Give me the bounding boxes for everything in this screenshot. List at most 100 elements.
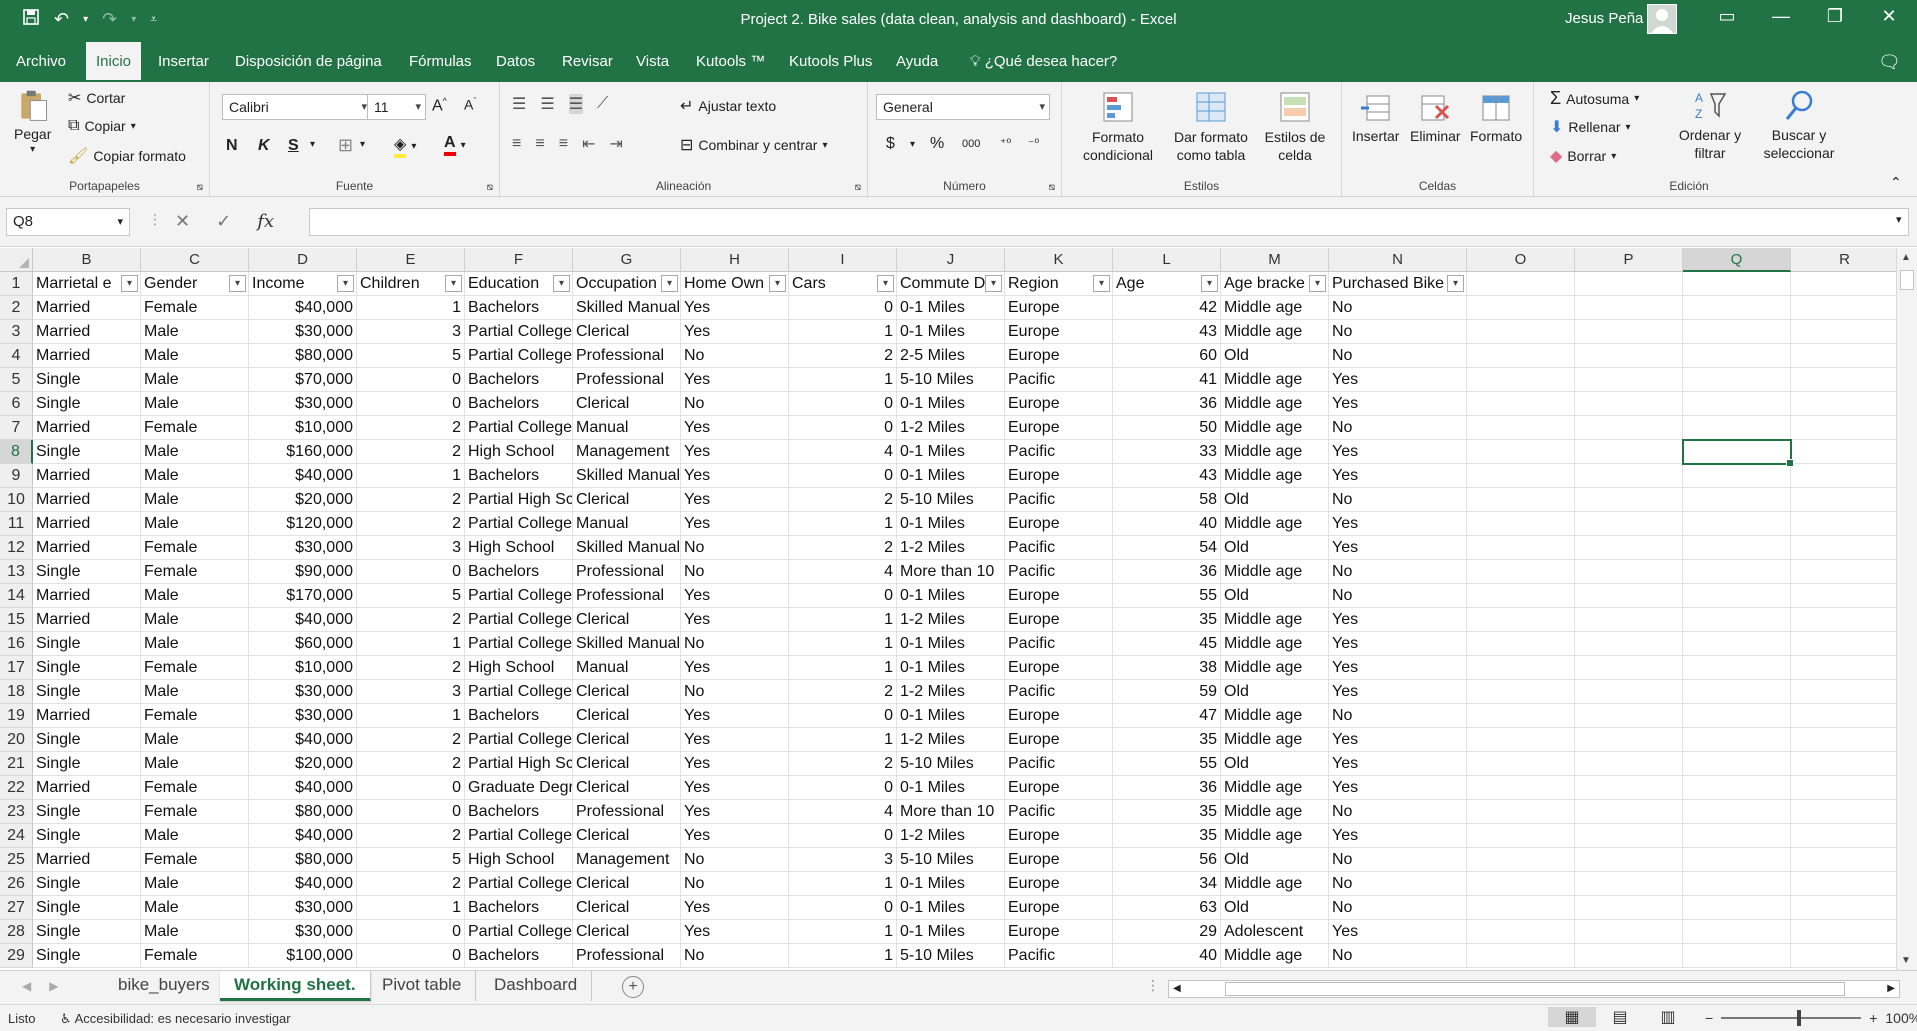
- empty-cell[interactable]: [1683, 776, 1791, 800]
- table-cell[interactable]: 3: [357, 320, 465, 344]
- empty-cell[interactable]: [1575, 872, 1683, 896]
- table-cell[interactable]: 1: [357, 896, 465, 920]
- launcher-icon[interactable]: ⧅: [855, 182, 861, 193]
- table-cell[interactable]: Bachelors: [465, 296, 573, 320]
- table-cell[interactable]: 0: [789, 704, 897, 728]
- table-cell[interactable]: 1: [789, 512, 897, 536]
- table-cell[interactable]: Yes: [1329, 752, 1467, 776]
- table-cell[interactable]: 1: [357, 296, 465, 320]
- table-cell[interactable]: Yes: [681, 368, 789, 392]
- table-cell[interactable]: Yes: [681, 608, 789, 632]
- empty-cell[interactable]: [1791, 944, 1896, 968]
- table-cell[interactable]: Bachelors: [465, 560, 573, 584]
- table-cell[interactable]: Yes: [681, 416, 789, 440]
- table-cell[interactable]: 0: [357, 560, 465, 584]
- table-cell[interactable]: Male: [141, 440, 249, 464]
- table-cell[interactable]: Clerical: [573, 752, 681, 776]
- table-cell[interactable]: Male: [141, 368, 249, 392]
- thousands-button[interactable]: 000: [962, 138, 980, 150]
- empty-cell[interactable]: [1683, 320, 1791, 344]
- zoom-slider[interactable]: [1721, 1010, 1862, 1026]
- scroll-up-icon[interactable]: ▲: [1901, 252, 1911, 263]
- table-cell[interactable]: 2: [357, 656, 465, 680]
- table-cell[interactable]: Married: [33, 584, 141, 608]
- table-cell[interactable]: Europe: [1005, 344, 1113, 368]
- table-cell[interactable]: Old: [1221, 344, 1329, 368]
- row-header[interactable]: 19: [0, 704, 33, 728]
- table-cell[interactable]: $30,000: [249, 704, 357, 728]
- empty-cell[interactable]: [1575, 920, 1683, 944]
- table-cell[interactable]: Middle age: [1221, 416, 1329, 440]
- decrease-decimal-icon[interactable]: ⁻⁰: [1028, 136, 1039, 150]
- table-cell[interactable]: No: [1329, 800, 1467, 824]
- table-cell[interactable]: Middle age: [1221, 560, 1329, 584]
- table-cell[interactable]: Partial College: [465, 680, 573, 704]
- table-cell[interactable]: Female: [141, 296, 249, 320]
- table-cell[interactable]: Skilled Manual: [573, 536, 681, 560]
- table-cell[interactable]: Single: [33, 632, 141, 656]
- tab-formulas[interactable]: Fórmulas: [399, 42, 482, 82]
- wrap-text-button[interactable]: ↵ Ajustar texto: [680, 96, 776, 116]
- launcher-icon[interactable]: ⧅: [1049, 182, 1055, 193]
- empty-cell[interactable]: [1467, 512, 1575, 536]
- empty-cell[interactable]: [1683, 848, 1791, 872]
- table-cell[interactable]: Bachelors: [465, 800, 573, 824]
- empty-cell[interactable]: [1467, 584, 1575, 608]
- header-cell[interactable]: Occupation ▾: [573, 272, 681, 296]
- header-cell[interactable]: Region ▾: [1005, 272, 1113, 296]
- empty-cell[interactable]: [1575, 320, 1683, 344]
- sheet-tab-working-sheet[interactable]: Working sheet.: [220, 971, 371, 1001]
- table-cell[interactable]: 36: [1113, 776, 1221, 800]
- empty-cell[interactable]: [1575, 392, 1683, 416]
- table-cell[interactable]: Married: [33, 488, 141, 512]
- table-cell[interactable]: $40,000: [249, 728, 357, 752]
- table-cell[interactable]: Male: [141, 728, 249, 752]
- launcher-icon[interactable]: ⧅: [487, 182, 493, 193]
- row-header[interactable]: 6: [0, 392, 33, 416]
- empty-cell[interactable]: [1683, 656, 1791, 680]
- table-cell[interactable]: Europe: [1005, 776, 1113, 800]
- page-layout-view-icon[interactable]: ▤: [1596, 1007, 1644, 1027]
- table-cell[interactable]: Single: [33, 944, 141, 968]
- table-cell[interactable]: Yes: [1329, 608, 1467, 632]
- table-cell[interactable]: Middle age: [1221, 632, 1329, 656]
- table-cell[interactable]: Yes: [681, 440, 789, 464]
- table-cell[interactable]: Yes: [1329, 536, 1467, 560]
- empty-cell[interactable]: [1467, 536, 1575, 560]
- empty-cell[interactable]: [1683, 296, 1791, 320]
- clear-button[interactable]: ◆ Borrar ▾: [1550, 146, 1616, 166]
- empty-cell[interactable]: [1683, 824, 1791, 848]
- table-cell[interactable]: 0: [357, 800, 465, 824]
- cell-styles-button[interactable]: Estilos de celda: [1260, 90, 1330, 164]
- empty-cell[interactable]: [1575, 416, 1683, 440]
- empty-cell[interactable]: [1791, 608, 1896, 632]
- empty-cell[interactable]: [1575, 464, 1683, 488]
- table-cell[interactable]: Female: [141, 704, 249, 728]
- table-cell[interactable]: Yes: [681, 656, 789, 680]
- table-cell[interactable]: 1: [357, 632, 465, 656]
- empty-cell[interactable]: [1575, 752, 1683, 776]
- table-cell[interactable]: Single: [33, 656, 141, 680]
- table-cell[interactable]: 59: [1113, 680, 1221, 704]
- table-cell[interactable]: 3: [357, 680, 465, 704]
- table-cell[interactable]: Professional: [573, 800, 681, 824]
- empty-cell[interactable]: [1683, 728, 1791, 752]
- table-cell[interactable]: Europe: [1005, 728, 1113, 752]
- table-cell[interactable]: Bachelors: [465, 464, 573, 488]
- empty-cell[interactable]: [1683, 512, 1791, 536]
- empty-cell[interactable]: [1791, 488, 1896, 512]
- table-cell[interactable]: Middle age: [1221, 440, 1329, 464]
- table-cell[interactable]: Middle age: [1221, 656, 1329, 680]
- empty-cell[interactable]: [1467, 728, 1575, 752]
- avatar[interactable]: [1647, 4, 1677, 34]
- header-cell[interactable]: Children ▾: [357, 272, 465, 296]
- table-cell[interactable]: No: [681, 344, 789, 368]
- table-cell[interactable]: 0: [357, 392, 465, 416]
- table-cell[interactable]: 1-2 Miles: [897, 680, 1005, 704]
- align-left-icon[interactable]: ≡: [512, 135, 521, 153]
- table-cell[interactable]: High School: [465, 440, 573, 464]
- table-cell[interactable]: Male: [141, 584, 249, 608]
- table-cell[interactable]: $30,000: [249, 536, 357, 560]
- table-cell[interactable]: Professional: [573, 368, 681, 392]
- table-cell[interactable]: $70,000: [249, 368, 357, 392]
